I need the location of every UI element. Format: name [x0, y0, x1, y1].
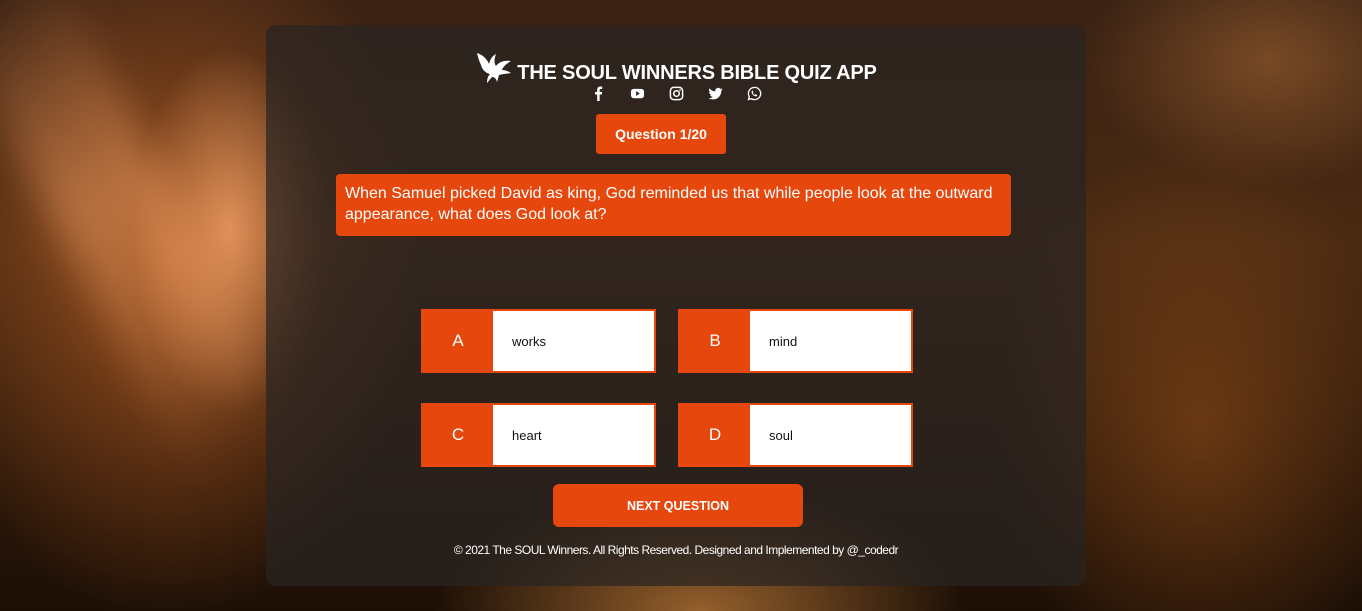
facebook-icon[interactable]	[590, 85, 607, 102]
option-d[interactable]: D soul	[678, 403, 913, 467]
question-text: When Samuel picked David as king, God re…	[336, 174, 1011, 236]
option-label: mind	[769, 333, 798, 349]
option-letter: A	[423, 311, 493, 371]
option-c[interactable]: C heart	[421, 403, 656, 467]
quiz-card: THE SOUL WINNERS BIBLE QUIZ APP Question…	[266, 25, 1086, 586]
app-title: THE SOUL WINNERS BIBLE QUIZ APP	[517, 61, 877, 84]
footer-copyright: © 2021 The SOUL Winners. All Rights Rese…	[453, 543, 899, 557]
social-links	[266, 85, 1086, 102]
option-letter: C	[423, 405, 493, 465]
twitter-icon[interactable]	[707, 85, 724, 102]
background-light-beam	[0, 0, 296, 478]
dove-icon	[477, 53, 512, 83]
option-a[interactable]: A works	[421, 309, 656, 373]
option-label: heart	[512, 427, 542, 443]
option-letter: D	[680, 405, 750, 465]
instagram-icon[interactable]	[668, 85, 685, 102]
option-letter: B	[680, 311, 750, 371]
app-header: THE SOUL WINNERS BIBLE QUIZ APP	[266, 53, 1086, 87]
option-b[interactable]: B mind	[678, 309, 913, 373]
next-question-button[interactable]: NEXT QUESTION	[553, 484, 803, 527]
option-label: soul	[769, 427, 793, 443]
youtube-icon[interactable]	[629, 85, 646, 102]
option-label: works	[512, 333, 546, 349]
whatsapp-icon[interactable]	[746, 85, 763, 102]
question-counter: Question 1/20	[596, 114, 726, 154]
